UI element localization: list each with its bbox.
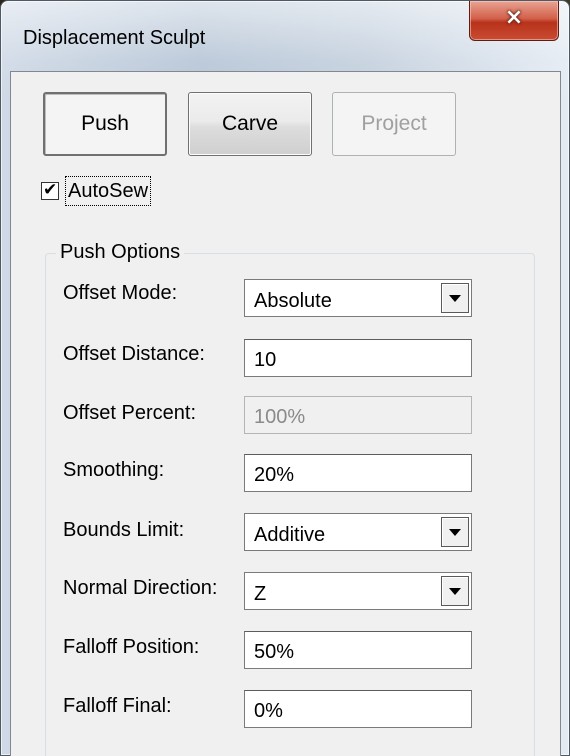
bounds-limit-value: Additive [254,524,326,546]
smoothing-label: Smoothing: [63,459,165,481]
falloff-final-label: Falloff Final: [63,695,172,717]
close-button[interactable]: × [469,1,559,41]
push-options-title: Push Options [56,239,185,265]
push-options-group: Push Options [45,239,535,756]
offset-distance-label: Offset Distance: [63,343,205,365]
autosew-checkbox[interactable]: ✔ [41,180,59,200]
chevron-down-icon[interactable] [441,517,469,547]
checkmark-icon: ✔ [43,180,58,200]
offset-distance-input[interactable]: 10 [244,339,472,377]
falloff-position-value: 50% [254,640,295,663]
offset-mode-value: Absolute [254,290,332,312]
normal-direction-value: Z [254,583,267,605]
project-button: Project [332,92,456,156]
bounds-limit-label: Bounds Limit: [63,519,185,541]
window-title: Displacement Sculpt [23,27,206,49]
normal-direction-label: Normal Direction: [63,577,218,599]
dialog-body: Push Carve Project ✔ AutoSew Push Option… [10,71,561,756]
autosew-label[interactable]: AutoSew [65,176,152,206]
carve-button[interactable]: Carve [188,92,312,156]
offset-percent-input: 100% [244,396,472,434]
falloff-final-input[interactable]: 0% [244,690,472,728]
push-button-label: Push [81,112,129,135]
normal-direction-select[interactable]: Z [244,572,472,610]
offset-mode-label: Offset Mode: [63,282,178,304]
project-button-label: Project [361,112,427,135]
chevron-down-icon[interactable] [441,576,469,606]
close-icon: × [504,5,524,30]
offset-mode-select[interactable]: Absolute [244,279,472,317]
offset-percent-value: 100% [254,405,306,428]
offset-distance-value: 10 [254,348,277,371]
autosew-checkbox-row[interactable]: ✔ AutoSew [41,174,152,208]
carve-button-label: Carve [221,112,279,135]
chevron-down-icon[interactable] [441,283,469,313]
dialog-window: Displacement Sculpt × Push Carve Project… [0,0,570,756]
falloff-position-label: Falloff Position: [63,636,200,658]
offset-percent-label: Offset Percent: [63,402,197,424]
falloff-position-input[interactable]: 50% [244,631,472,669]
smoothing-value: 20% [254,463,295,486]
title-bar[interactable]: Displacement Sculpt × [1,1,569,73]
push-button[interactable]: Push [43,92,167,156]
falloff-final-value: 0% [254,699,283,722]
smoothing-input[interactable]: 20% [244,454,472,492]
bounds-limit-select[interactable]: Additive [244,513,472,551]
